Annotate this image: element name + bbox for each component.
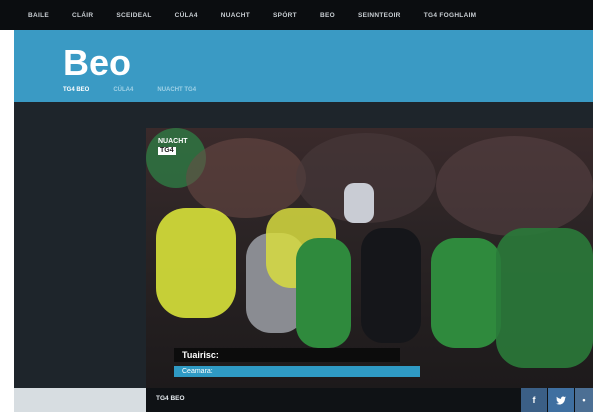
video-player[interactable]: NUACHT TG4 Tuairisc: Ceamara: TG4 BEO f …	[146, 128, 593, 412]
crowd-figure	[186, 138, 306, 218]
hero-banner: Beo TG4 BEO CÚLA4 NUACHT TG4	[14, 30, 593, 102]
crowd-figure	[431, 238, 501, 348]
crowd-figure	[344, 183, 374, 223]
more-share-button[interactable]: •	[575, 388, 593, 412]
nav-item-sport[interactable]: SPÓRT	[273, 12, 297, 19]
nav-item-seinnteoir[interactable]: SEINNTEOIR	[358, 12, 401, 19]
crowd-figure	[496, 228, 593, 368]
nav-item-beo[interactable]: BEO	[320, 12, 335, 19]
channel-bug-line1: NUACHT	[158, 138, 188, 145]
nav-item-cula4[interactable]: CÚLA4	[175, 12, 198, 19]
crowd-figure	[361, 228, 421, 343]
side-panel	[14, 388, 146, 412]
nav-item-nuacht[interactable]: NUACHT	[221, 12, 250, 19]
facebook-button[interactable]: f	[521, 388, 547, 412]
crowd-figure	[436, 136, 593, 236]
player-bar: TG4 BEO f •	[146, 388, 593, 412]
crowd-figure	[156, 208, 236, 318]
page-title: Beo	[63, 42, 132, 83]
player-channel-label: TG4 BEO	[156, 395, 185, 402]
channel-bug: NUACHT TG4	[158, 138, 188, 155]
channel-tabs: TG4 BEO CÚLA4 NUACHT TG4	[63, 87, 220, 93]
tab-cula4[interactable]: CÚLA4	[113, 87, 133, 93]
nav-item-tg4-foghlaim[interactable]: TG4 FOGHLAIM	[424, 12, 477, 19]
tab-tg4-beo[interactable]: TG4 BEO	[63, 87, 89, 93]
tab-nuacht-tg4[interactable]: NUACHT TG4	[157, 87, 196, 93]
top-navigation: BAILE CLÁIR SCEIDEAL CÚLA4 NUACHT SPÓRT …	[0, 0, 593, 30]
facebook-icon: f	[532, 395, 536, 405]
twitter-icon	[556, 395, 566, 405]
twitter-button[interactable]	[548, 388, 574, 412]
more-icon: •	[582, 395, 586, 405]
crowd-figure	[296, 238, 351, 348]
video-frame[interactable]: NUACHT TG4 Tuairisc: Ceamara:	[146, 128, 593, 388]
nav-item-sceideal[interactable]: SCEIDEAL	[116, 12, 151, 19]
nav-item-baile[interactable]: BAILE	[28, 12, 49, 19]
lower-third-camera: Ceamara:	[174, 366, 420, 377]
channel-bug-line2: TG4	[158, 147, 176, 155]
lower-third-reporter: Tuairisc:	[174, 348, 400, 362]
site-content: Beo TG4 BEO CÚLA4 NUACHT TG4 NUACHT TG4	[14, 30, 593, 412]
nav-item-clair[interactable]: CLÁIR	[72, 12, 93, 19]
